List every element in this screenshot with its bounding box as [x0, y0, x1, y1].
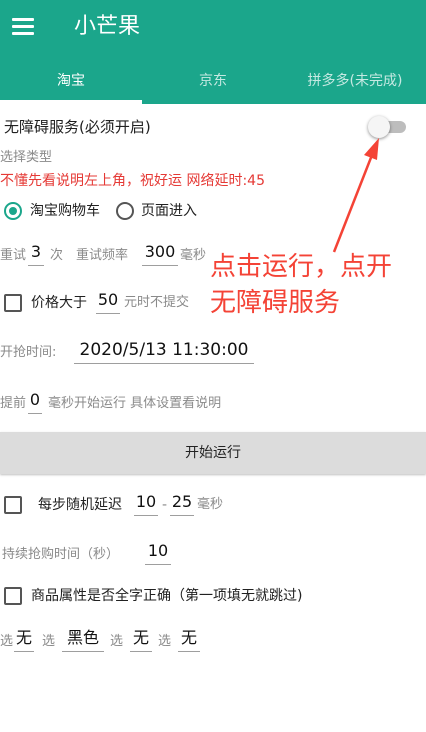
annotation-arrow	[332, 138, 379, 253]
start-time-label: 开抢时间:	[0, 345, 57, 360]
attr-4-input[interactable]: 无	[178, 626, 200, 652]
retry-freq-unit: 毫秒	[180, 248, 207, 263]
tab-bar: 淘宝 京东 拼多多(未完成)	[0, 58, 426, 104]
annotation-arrow-shaft	[332, 154, 374, 253]
random-delay-separator: -	[162, 497, 168, 513]
attr-1-prefix: 选	[0, 634, 14, 649]
attr-4-prefix: 选	[158, 634, 172, 649]
random-delay-label: 每步随机延迟	[38, 497, 122, 513]
radio-taobao-cart-label[interactable]: 淘宝购物车	[30, 201, 100, 221]
random-delay-max-input[interactable]: 25	[170, 490, 194, 516]
accessibility-switch-thumb[interactable]	[368, 116, 390, 138]
price-suffix: 元时不提交	[124, 295, 190, 310]
radio-taobao-cart[interactable]	[4, 202, 22, 220]
advance-suffix: 毫秒开始运行 具体设置看说明	[48, 396, 222, 411]
price-checkbox[interactable]	[4, 294, 22, 312]
random-delay-checkbox[interactable]	[4, 496, 22, 514]
menu-icon[interactable]	[12, 18, 34, 36]
start-run-button[interactable]: 开始运行	[0, 432, 426, 474]
duration-input[interactable]: 10	[145, 539, 171, 565]
warning-text: 不懂先看说明左上角，祝好运 网络延时:45	[0, 173, 265, 189]
advance-input[interactable]: 0	[28, 388, 42, 414]
exact-match-checkbox[interactable]	[4, 587, 22, 605]
advance-prefix: 提前	[0, 396, 27, 411]
retry-freq-input[interactable]: 300	[142, 240, 178, 266]
tab-taobao[interactable]: 淘宝	[0, 58, 142, 104]
radio-page-enter[interactable]	[116, 202, 134, 220]
app-bar: 小芒果	[0, 0, 426, 58]
retry-prefix: 重试	[0, 248, 27, 263]
attr-2-prefix: 选	[42, 634, 56, 649]
tab-jingdong[interactable]: 京东	[142, 58, 284, 104]
attr-2-input[interactable]: 黑色	[62, 626, 104, 652]
duration-label: 持续抢购时间（秒）	[2, 547, 120, 562]
random-delay-unit: 毫秒	[197, 497, 224, 512]
exact-match-label: 商品属性是否全字正确（第一项填无就跳过)	[31, 588, 303, 604]
annotation-line-1: 点击运行，点开	[210, 252, 393, 282]
start-time-input[interactable]: 2020/5/13 11:30:00	[74, 338, 254, 364]
retry-count-unit: 次	[50, 248, 64, 263]
app-title: 小芒果	[74, 14, 141, 39]
price-input[interactable]: 50	[96, 288, 120, 314]
annotation-line-2: 无障碍服务	[210, 288, 341, 318]
price-label: 价格大于	[31, 295, 87, 311]
retry-freq-label: 重试频率	[76, 248, 129, 263]
type-select-label: 选择类型	[0, 150, 53, 165]
retry-count-input[interactable]: 3	[28, 240, 44, 266]
radio-page-enter-label[interactable]: 页面进入	[141, 201, 197, 221]
attr-3-input[interactable]: 无	[130, 626, 152, 652]
tab-pinduoduo[interactable]: 拼多多(未完成)	[284, 58, 426, 104]
annotation-arrow-head	[364, 138, 379, 160]
random-delay-min-input[interactable]: 10	[134, 490, 158, 516]
tab-indicator	[0, 100, 142, 104]
accessibility-label: 无障碍服务(必须开启)	[4, 118, 151, 136]
attr-1-input[interactable]: 无	[14, 626, 34, 652]
attr-3-prefix: 选	[110, 634, 124, 649]
